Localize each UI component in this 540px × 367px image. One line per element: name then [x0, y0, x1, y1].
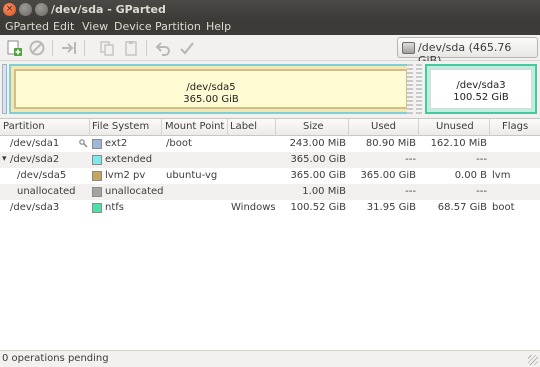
fs-color-swatch: [92, 155, 102, 165]
map-sda5-fill-hatch: [407, 64, 413, 114]
close-window-button[interactable]: ×: [3, 3, 16, 16]
delete-icon[interactable]: [28, 39, 46, 57]
cell-used: ---: [405, 186, 416, 197]
column-separator: [161, 119, 162, 136]
cell-partition: unallocated: [17, 186, 76, 197]
window-title: /dev/sda - GParted: [51, 3, 166, 16]
cell-file-system: unallocated: [105, 186, 164, 197]
title-bar: × /dev/sda - GParted: [0, 0, 540, 19]
menu-help[interactable]: Help: [206, 20, 231, 33]
cell-partition: /dev/sda5: [17, 170, 67, 181]
column-header-partition[interactable]: Partition: [3, 121, 45, 132]
device-selector[interactable]: /dev/sda (465.76 GiB): [397, 37, 538, 67]
column-separator: [348, 119, 349, 136]
toolbar-separator: [146, 40, 147, 56]
table-row[interactable]: unallocated unallocated 1.00 MiB --- ---: [0, 184, 540, 200]
cell-file-system: extended: [105, 154, 153, 165]
column-header-size[interactable]: Size: [303, 121, 324, 132]
cell-mount-point: ubuntu-vg: [166, 170, 218, 181]
cell-size: 365.00 GiB: [290, 154, 346, 165]
cell-used: 80.90 MiB: [365, 138, 416, 149]
map-sda1-block[interactable]: [2, 64, 7, 114]
cell-file-system: lvm2 pv: [105, 170, 146, 181]
undo-icon[interactable]: [154, 39, 172, 57]
column-header-flags[interactable]: Flags: [502, 121, 528, 132]
cell-unused: ---: [476, 154, 487, 165]
table-row[interactable]: ▾ /dev/sda2 extended 365.00 GiB --- ---: [0, 152, 540, 168]
map-sda5-name: /dev/sda5: [186, 82, 236, 93]
fs-color-swatch: [92, 187, 102, 197]
column-header-used[interactable]: Used: [371, 121, 396, 132]
status-bar: 0 operations pending: [0, 350, 540, 367]
cell-used: 31.95 GiB: [366, 202, 416, 213]
table-row[interactable]: /dev/sda5 lvm2 pv ubuntu-vg 365.00 GiB 3…: [0, 168, 540, 184]
map-sda5-size: 365.00 GiB: [183, 94, 239, 105]
fs-color-swatch: [92, 139, 102, 149]
table-row[interactable]: /dev/sda3 ntfs Windows 100.52 GiB 31.95 …: [0, 200, 540, 216]
cell-size: 100.52 GiB: [290, 202, 346, 213]
cell-unused: 162.10 MiB: [430, 138, 487, 149]
menu-partition[interactable]: Partition: [155, 20, 201, 33]
cell-size: 1.00 MiB: [302, 186, 346, 197]
cell-unused: ---: [476, 186, 487, 197]
column-separator: [89, 119, 90, 136]
copy-icon[interactable]: [98, 39, 116, 57]
cell-mount-point: /boot: [166, 138, 192, 149]
maximize-window-button[interactable]: [35, 3, 48, 16]
hard-disk-icon: [402, 42, 415, 54]
toolbar-separator: [52, 40, 53, 56]
column-header-unused[interactable]: Unused: [436, 121, 474, 132]
fs-color-swatch: [92, 171, 102, 181]
partition-table: Partition File System Mount Point Label …: [0, 118, 540, 350]
resize-grip-icon[interactable]: [528, 355, 538, 365]
column-header-mount-point[interactable]: Mount Point: [165, 121, 224, 132]
new-icon[interactable]: [5, 39, 23, 57]
cell-label: Windows: [231, 202, 276, 213]
column-header-label[interactable]: Label: [230, 121, 257, 132]
cell-file-system: ntfs: [105, 202, 124, 213]
cell-file-system: ext2: [105, 138, 128, 149]
map-sda3-inner: /dev/sda3 100.52 GiB: [430, 69, 532, 109]
map-sda5-inner: /dev/sda5 365.00 GiB: [14, 69, 408, 109]
column-separator: [418, 119, 419, 136]
menu-view[interactable]: View: [82, 20, 108, 33]
column-separator: [227, 119, 228, 136]
cell-unused: 68.57 GiB: [437, 202, 487, 213]
column-separator: [275, 119, 276, 136]
fs-color-swatch: [92, 203, 102, 213]
menu-edit[interactable]: Edit: [53, 20, 74, 33]
map-sda3-block[interactable]: /dev/sda3 100.52 GiB: [425, 64, 537, 114]
apply-icon[interactable]: [178, 39, 196, 57]
toolbar-separator: [84, 40, 85, 56]
cell-flags: lvm: [492, 170, 511, 181]
cell-flags: boot: [492, 202, 515, 213]
cell-used: 365.00 GiB: [360, 170, 416, 181]
cell-used: ---: [405, 154, 416, 165]
column-separator: [489, 119, 490, 136]
menu-device[interactable]: Device: [114, 20, 152, 33]
map-unallocated-block[interactable]: [416, 64, 422, 114]
column-header-file-system[interactable]: File System: [92, 121, 149, 132]
key-icon: [79, 139, 88, 148]
table-header: Partition File System Mount Point Label …: [0, 119, 540, 136]
cell-partition: /dev/sda2: [10, 154, 60, 165]
cell-unused: 0.00 B: [454, 170, 487, 181]
cell-partition: /dev/sda1: [10, 138, 60, 149]
cell-partition: /dev/sda3: [10, 202, 60, 213]
resize-move-icon[interactable]: [60, 39, 78, 57]
status-text: 0 operations pending: [2, 353, 109, 364]
minimize-window-button[interactable]: [19, 3, 32, 16]
table-row[interactable]: /dev/sda1 ext2 /boot 243.00 MiB 80.90 Mi…: [0, 136, 540, 152]
map-sda3-name: /dev/sda3: [456, 80, 506, 91]
menu-bar: GParted Edit View Device Partition Help: [0, 19, 540, 35]
map-sda3-size: 100.52 GiB: [453, 92, 509, 103]
cell-size: 243.00 MiB: [289, 138, 346, 149]
cell-size: 365.00 GiB: [290, 170, 346, 181]
paste-icon[interactable]: [122, 39, 140, 57]
menu-gparted[interactable]: GParted: [5, 20, 49, 33]
map-sda5-block[interactable]: /dev/sda5 365.00 GiB: [9, 64, 413, 114]
expander-icon[interactable]: ▾: [2, 154, 7, 164]
